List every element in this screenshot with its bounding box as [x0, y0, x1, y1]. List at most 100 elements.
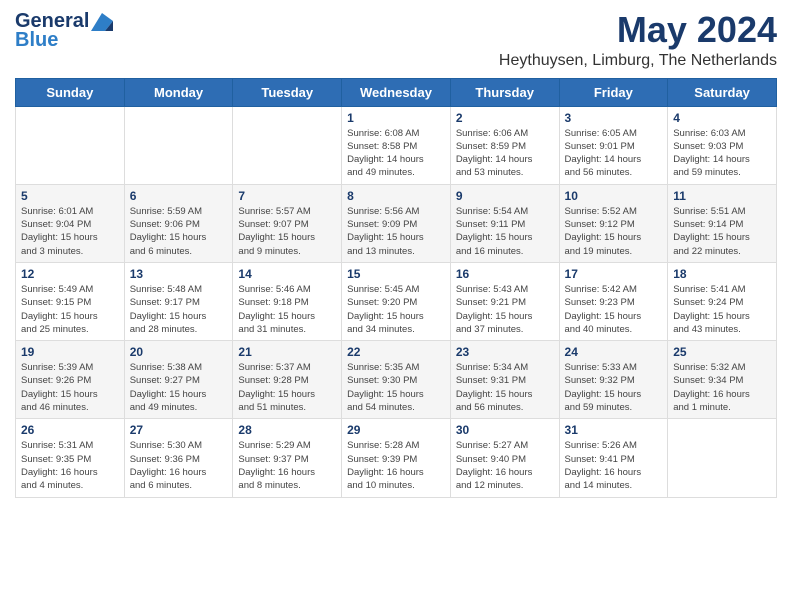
calendar-day-10: 10 Sunrise: 5:52 AMSunset: 9:12 PMDayligh…: [559, 184, 668, 262]
calendar-day-17: 17 Sunrise: 5:42 AMSunset: 9:23 PMDayligh…: [559, 262, 668, 340]
day-info: Sunrise: 5:29 AMSunset: 9:37 PMDaylight:…: [238, 439, 336, 492]
calendar-empty: [233, 106, 342, 184]
calendar-day-26: 26Sunrise: 5:31 AMSunset: 9:35 PMDayligh…: [16, 419, 125, 497]
day-info: Sunrise: 5:48 AMSunset: 9:17 PMDaylight:…: [130, 283, 228, 336]
day-info: Sunrise: 5:45 AMSunset: 9:20 PMDaylight:…: [347, 283, 445, 336]
day-number: 18: [673, 267, 771, 281]
day-header-monday: Monday: [124, 78, 233, 106]
day-number: 25: [673, 345, 771, 359]
day-info: Sunrise: 5:42 AMSunset: 9:23 PMDaylight:…: [565, 283, 663, 336]
calendar-empty: [668, 419, 777, 497]
day-number: 28: [238, 423, 336, 437]
calendar-day-16: 16 Sunrise: 5:43 AMSunset: 9:21 PMDayligh…: [450, 262, 559, 340]
calendar-day-8: 8Sunrise: 5:56 AMSunset: 9:09 PMDaylight…: [342, 184, 451, 262]
day-info: Sunrise: 5:59 AMSunset: 9:06 PMDaylight:…: [130, 205, 228, 258]
calendar-header-row: SundayMondayTuesdayWednesdayThursdayFrid…: [16, 78, 777, 106]
calendar-day-27: 27 Sunrise: 5:30 AMSunset: 9:36 PMDayligh…: [124, 419, 233, 497]
calendar-day-3: 3 Sunrise: 6:05 AMSunset: 9:01 PMDaylight…: [559, 106, 668, 184]
day-number: 5: [21, 189, 119, 203]
day-number: 19: [21, 345, 119, 359]
day-info: Sunrise: 5:30 AMSunset: 9:36 PMDaylight:…: [130, 439, 228, 492]
day-number: 9: [456, 189, 554, 203]
day-info: Sunrise: 5:35 AMSunset: 9:30 PMDaylight:…: [347, 361, 445, 414]
day-number: 13: [130, 267, 228, 281]
logo-icon: [91, 13, 113, 31]
day-number: 15: [347, 267, 445, 281]
day-info: Sunrise: 5:41 AMSunset: 9:24 PMDaylight:…: [673, 283, 771, 336]
day-number: 23: [456, 345, 554, 359]
day-number: 10: [565, 189, 663, 203]
day-number: 27: [130, 423, 228, 437]
month-title: May 2024: [499, 10, 777, 50]
day-info: Sunrise: 5:38 AMSunset: 9:27 PMDaylight:…: [130, 361, 228, 414]
day-info: Sunrise: 5:27 AMSunset: 9:40 PMDaylight:…: [456, 439, 554, 492]
header: General Blue May 2024 Heythuysen, Limbur…: [15, 10, 777, 70]
calendar-day-19: 19 Sunrise: 5:39 AMSunset: 9:26 PMDayligh…: [16, 341, 125, 419]
calendar-day-24: 24 Sunrise: 5:33 AMSunset: 9:32 PMDayligh…: [559, 341, 668, 419]
day-info: Sunrise: 6:06 AMSunset: 8:59 PMDaylight:…: [456, 127, 554, 180]
calendar-day-29: 29 Sunrise: 5:28 AMSunset: 9:39 PMDayligh…: [342, 419, 451, 497]
day-info: Sunrise: 5:49 AMSunset: 9:15 PMDaylight:…: [21, 283, 119, 336]
day-info: Sunrise: 5:31 AMSunset: 9:35 PMDaylight:…: [21, 439, 119, 492]
day-number: 3: [565, 111, 663, 125]
calendar-day-4: 4 Sunrise: 6:03 AMSunset: 9:03 PMDaylight…: [668, 106, 777, 184]
day-info: Sunrise: 6:08 AMSunset: 8:58 PMDaylight:…: [347, 127, 445, 180]
day-info: Sunrise: 5:32 AMSunset: 9:34 PMDaylight:…: [673, 361, 771, 414]
logo: General Blue: [15, 10, 113, 52]
day-number: 30: [456, 423, 554, 437]
calendar-day-5: 5 Sunrise: 6:01 AMSunset: 9:04 PMDaylight…: [16, 184, 125, 262]
day-number: 24: [565, 345, 663, 359]
day-number: 7: [238, 189, 336, 203]
title-section: May 2024 Heythuysen, Limburg, The Nether…: [499, 10, 777, 70]
calendar-day-22: 22 Sunrise: 5:35 AMSunset: 9:30 PMDayligh…: [342, 341, 451, 419]
day-info: Sunrise: 6:03 AMSunset: 9:03 PMDaylight:…: [673, 127, 771, 180]
day-info: Sunrise: 5:33 AMSunset: 9:32 PMDaylight:…: [565, 361, 663, 414]
calendar-day-21: 21Sunrise: 5:37 AMSunset: 9:28 PMDayligh…: [233, 341, 342, 419]
day-info: Sunrise: 5:54 AMSunset: 9:11 PMDaylight:…: [456, 205, 554, 258]
day-info: Sunrise: 5:46 AMSunset: 9:18 PMDaylight:…: [238, 283, 336, 336]
day-number: 17: [565, 267, 663, 281]
calendar-day-28: 28 Sunrise: 5:29 AMSunset: 9:37 PMDayligh…: [233, 419, 342, 497]
calendar-week-row: 1 Sunrise: 6:08 AMSunset: 8:58 PMDaylight…: [16, 106, 777, 184]
day-info: Sunrise: 6:01 AMSunset: 9:04 PMDaylight:…: [21, 205, 119, 258]
day-info: Sunrise: 6:05 AMSunset: 9:01 PMDaylight:…: [565, 127, 663, 180]
calendar-day-1: 1 Sunrise: 6:08 AMSunset: 8:58 PMDaylight…: [342, 106, 451, 184]
calendar-day-14: 14 Sunrise: 5:46 AMSunset: 9:18 PMDayligh…: [233, 262, 342, 340]
day-number: 31: [565, 423, 663, 437]
day-header-saturday: Saturday: [668, 78, 777, 106]
calendar-day-15: 15 Sunrise: 5:45 AMSunset: 9:20 PMDayligh…: [342, 262, 451, 340]
day-header-friday: Friday: [559, 78, 668, 106]
day-info: Sunrise: 5:43 AMSunset: 9:21 PMDaylight:…: [456, 283, 554, 336]
day-number: 14: [238, 267, 336, 281]
day-number: 22: [347, 345, 445, 359]
day-header-sunday: Sunday: [16, 78, 125, 106]
day-number: 8: [347, 189, 445, 203]
day-info: Sunrise: 5:51 AMSunset: 9:14 PMDaylight:…: [673, 205, 771, 258]
day-number: 1: [347, 111, 445, 125]
day-info: Sunrise: 5:52 AMSunset: 9:12 PMDaylight:…: [565, 205, 663, 258]
location: Heythuysen, Limburg, The Netherlands: [499, 52, 777, 70]
day-number: 4: [673, 111, 771, 125]
day-info: Sunrise: 5:39 AMSunset: 9:26 PMDaylight:…: [21, 361, 119, 414]
day-number: 11: [673, 189, 771, 203]
day-header-thursday: Thursday: [450, 78, 559, 106]
day-number: 16: [456, 267, 554, 281]
logo-blue: Blue: [15, 29, 58, 52]
calendar-day-31: 31 Sunrise: 5:26 AMSunset: 9:41 PMDayligh…: [559, 419, 668, 497]
calendar-day-2: 2 Sunrise: 6:06 AMSunset: 8:59 PMDaylight…: [450, 106, 559, 184]
day-info: Sunrise: 5:26 AMSunset: 9:41 PMDaylight:…: [565, 439, 663, 492]
day-number: 2: [456, 111, 554, 125]
day-info: Sunrise: 5:28 AMSunset: 9:39 PMDaylight:…: [347, 439, 445, 492]
calendar-day-13: 13 Sunrise: 5:48 AMSunset: 9:17 PMDayligh…: [124, 262, 233, 340]
calendar-day-11: 11 Sunrise: 5:51 AMSunset: 9:14 PMDayligh…: [668, 184, 777, 262]
calendar-day-18: 18 Sunrise: 5:41 AMSunset: 9:24 PMDayligh…: [668, 262, 777, 340]
page-container: General Blue May 2024 Heythuysen, Limbur…: [0, 0, 792, 513]
calendar-day-7: 7 Sunrise: 5:57 AMSunset: 9:07 PMDaylight…: [233, 184, 342, 262]
calendar-week-row: 26Sunrise: 5:31 AMSunset: 9:35 PMDayligh…: [16, 419, 777, 497]
day-number: 29: [347, 423, 445, 437]
calendar-day-25: 25 Sunrise: 5:32 AMSunset: 9:34 PMDayligh…: [668, 341, 777, 419]
calendar-day-6: 6Sunrise: 5:59 AMSunset: 9:06 PMDaylight…: [124, 184, 233, 262]
day-info: Sunrise: 5:57 AMSunset: 9:07 PMDaylight:…: [238, 205, 336, 258]
day-number: 12: [21, 267, 119, 281]
calendar-day-9: 9 Sunrise: 5:54 AMSunset: 9:11 PMDaylight…: [450, 184, 559, 262]
